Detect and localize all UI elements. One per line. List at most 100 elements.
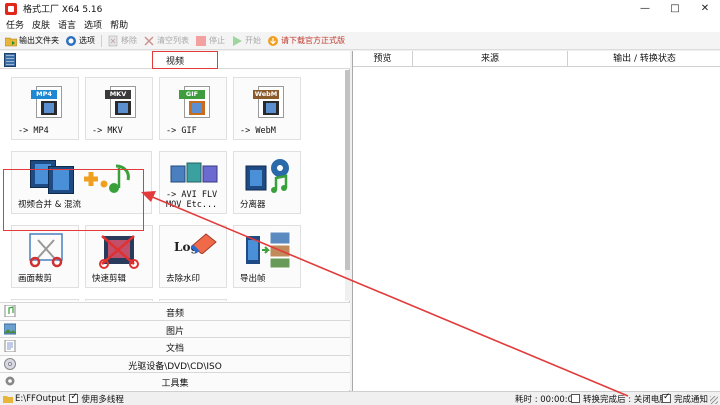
eraser-icon <box>190 233 217 254</box>
category-label: 光驱设备\DVD\CD\ISO <box>128 361 222 372</box>
output-path-display[interactable]: E:\FFOutput <box>3 394 65 404</box>
category-audio[interactable]: 音频 <box>0 302 350 320</box>
column-preview[interactable]: 预览 <box>353 51 413 67</box>
category-header-video[interactable]: 视频 <box>0 51 350 69</box>
tile-label: -> MKV <box>92 126 123 136</box>
stop-label: 停止 <box>209 36 225 45</box>
folder-icon <box>4 35 18 47</box>
clear-list-icon <box>143 35 155 47</box>
quick-clip-icon <box>99 235 139 269</box>
webm-tag: WebM <box>253 90 279 99</box>
elapsed-time: 耗时 : 00:00:00 <box>515 393 578 405</box>
play-icon <box>231 35 243 47</box>
tile-quick-clip[interactable]: 快速剪辑 <box>85 225 153 288</box>
close-button[interactable]: ✕ <box>690 0 720 17</box>
after-convert-check-icon <box>571 394 580 403</box>
options-button[interactable]: 选项 <box>65 35 95 47</box>
tile-label: -> GIF <box>166 126 197 136</box>
tile-label: -> WebM <box>240 126 276 136</box>
mp4-tag: MP4 <box>31 90 57 99</box>
tile-label: -> AVI FLV MOV Etc... <box>166 190 218 210</box>
webm-file-icon: WebM <box>253 86 284 118</box>
multithread-label: 使用多线程 <box>81 394 124 405</box>
toolbar: 输出文件夹 选项 移除 清空列表 停止 开始 请下载官方正式版 <box>0 32 720 50</box>
download-icon <box>267 35 279 47</box>
category-document[interactable]: 文档 <box>0 337 350 355</box>
menu-help[interactable]: 帮助 <box>110 18 128 31</box>
merge-tile-highlight-box <box>3 169 144 231</box>
tile-partial[interactable] <box>11 299 79 301</box>
output-folder-button[interactable]: 输出文件夹 <box>4 35 59 47</box>
tile-webm[interactable]: WebM -> WebM <box>233 77 301 140</box>
maximize-button[interactable]: □ <box>660 0 690 17</box>
status-bar: E:\FFOutput 使用多线程 耗时 : 00:00:00 转换完成后 : … <box>0 391 720 405</box>
notify-checkbox[interactable]: 完成通知 <box>662 392 709 405</box>
category-list: 音频 图片 文档 光驱设备\DVD\CD\ISO 工具集 <box>0 302 350 390</box>
tile-label: 快速剪辑 <box>92 274 127 284</box>
tile-label: -> MP4 <box>18 126 49 136</box>
multithread-checkbox[interactable]: 使用多线程 <box>69 392 124 405</box>
start-button[interactable]: 开始 <box>231 35 261 47</box>
menu-language[interactable]: 语言 <box>58 18 76 31</box>
stop-button[interactable]: 停止 <box>195 35 225 47</box>
mp4-file-icon: MP4 <box>31 86 62 118</box>
elapsed-text: 耗时 : 00:00:00 <box>515 394 579 405</box>
tile-partial[interactable] <box>85 299 153 301</box>
notify-label: 完成通知 <box>674 394 709 405</box>
multithread-check-icon <box>69 392 79 403</box>
after-convert-checkbox[interactable]: 转换完成后 : 关闭电脑 <box>571 393 668 405</box>
menu-task[interactable]: 任务 <box>6 18 24 31</box>
gif-file-icon: GIF <box>179 86 210 118</box>
tile-label: 导出帧 <box>240 274 266 284</box>
tile-label: 画面裁剪 <box>18 274 53 284</box>
tile-remove-watermark[interactable]: Logo 去除水印 <box>159 225 227 288</box>
menu-options[interactable]: 选项 <box>84 18 102 31</box>
stop-icon <box>195 35 207 47</box>
window-title: 格式工厂 X64 5.16 <box>23 5 103 15</box>
scrollbar-thumb[interactable] <box>345 70 350 270</box>
column-source[interactable]: 来源 <box>413 51 568 67</box>
scissors-crop-icon <box>29 233 63 268</box>
folder-small-icon <box>3 395 13 403</box>
remove-label: 移除 <box>121 36 137 45</box>
mkv-file-icon: MKV <box>105 86 136 118</box>
tile-avi-flv-mov[interactable]: -> AVI FLV MOV Etc... <box>159 151 227 214</box>
download-official-link[interactable]: 请下载官方正式版 <box>267 35 345 47</box>
app-logo-icon <box>5 2 17 15</box>
category-label: 音频 <box>165 309 184 319</box>
remove-button[interactable]: 移除 <box>107 35 137 47</box>
clear-list-label: 清空列表 <box>157 36 189 45</box>
tile-crop[interactable]: 画面裁剪 <box>11 225 79 288</box>
task-table-header: 预览 来源 输出 / 转换状态 <box>353 51 720 67</box>
output-folder-label: 输出文件夹 <box>19 36 59 45</box>
category-disc[interactable]: 光驱设备\DVD\CD\ISO <box>0 354 350 372</box>
tile-mp4[interactable]: MP4 -> MP4 <box>11 77 79 140</box>
column-output-status[interactable]: 输出 / 转换状态 <box>568 51 720 67</box>
resize-grip[interactable] <box>710 396 718 404</box>
export-frames-icon <box>246 231 291 269</box>
clear-list-button[interactable]: 清空列表 <box>143 35 189 47</box>
category-image[interactable]: 图片 <box>0 319 350 337</box>
minimize-button[interactable]: — <box>630 0 660 17</box>
splitter-icon <box>245 159 289 193</box>
gif-tag: GIF <box>179 90 205 99</box>
tile-export-frames[interactable]: 导出帧 <box>233 225 301 288</box>
notify-check-icon <box>662 392 671 403</box>
tiles-scrollbar[interactable] <box>345 70 350 301</box>
function-panel: 视频 MP4 -> MP4 MKV -> MKV GIF -> GIF WebM… <box>0 51 350 391</box>
video-tiles: MP4 -> MP4 MKV -> MKV GIF -> GIF WebM ->… <box>0 70 345 301</box>
mkv-tag: MKV <box>105 90 131 99</box>
tile-splitter[interactable]: 分离器 <box>233 151 301 214</box>
tile-mkv[interactable]: MKV -> MKV <box>85 77 153 140</box>
download-official-label: 请下载官方正式版 <box>281 36 345 45</box>
tile-label: 分离器 <box>240 200 266 210</box>
output-path-text: E:\FFOutput <box>15 393 66 404</box>
tile-gif[interactable]: GIF -> GIF <box>159 77 227 140</box>
category-label: 文档 <box>165 344 184 354</box>
menu-skin[interactable]: 皮肤 <box>32 18 50 31</box>
category-tools[interactable]: 工具集 <box>0 372 350 390</box>
category-highlight-box <box>152 51 218 69</box>
task-list-panel: 预览 来源 输出 / 转换状态 <box>352 51 720 391</box>
category-label: 图片 <box>165 326 184 337</box>
tile-partial[interactable] <box>159 299 227 301</box>
